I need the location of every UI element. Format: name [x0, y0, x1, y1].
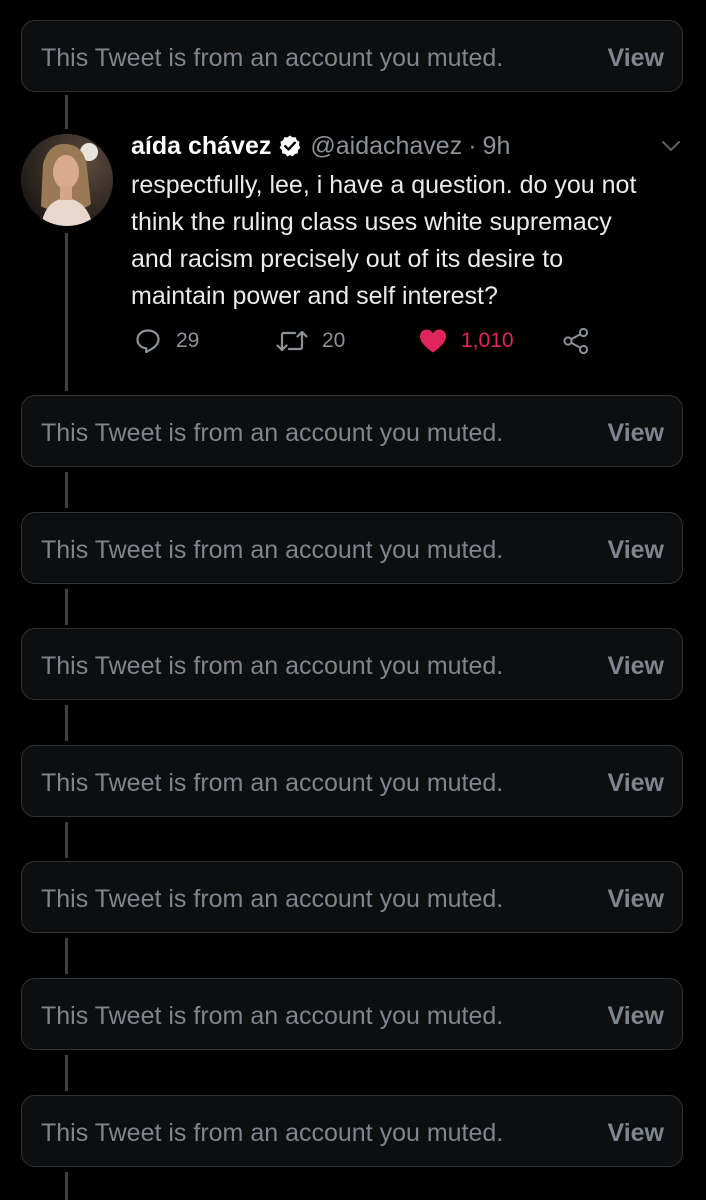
thread-line [65, 822, 68, 858]
retweet-button[interactable]: 20 [276, 326, 345, 356]
muted-tweet-card: This Tweet is from an account you muted.… [21, 1095, 683, 1167]
retweet-icon [276, 330, 308, 352]
muted-tweet-text: This Tweet is from an account you muted. [41, 885, 504, 913]
separator-dot: · [468, 132, 477, 160]
thread-line [65, 95, 68, 129]
tweet-text: respectfully, lee, i have a question. do… [131, 171, 637, 310]
avatar[interactable] [21, 134, 113, 226]
muted-tweet-card: This Tweet is from an account you muted.… [21, 861, 683, 933]
reply-button[interactable]: 29 [134, 326, 199, 356]
like-button[interactable]: 1,010 [419, 326, 514, 356]
muted-tweet-card: This Tweet is from an account you muted.… [21, 512, 683, 584]
view-muted-tweet-button[interactable]: View [607, 652, 664, 680]
muted-tweet-text: This Tweet is from an account you muted. [41, 536, 504, 564]
heart-icon [420, 329, 446, 353]
thread-line [65, 1172, 68, 1200]
muted-tweet-card: This Tweet is from an account you muted.… [21, 745, 683, 817]
chevron-down-icon[interactable] [660, 138, 682, 154]
like-count: 1,010 [461, 329, 514, 352]
view-muted-tweet-button[interactable]: View [607, 44, 664, 72]
display-name[interactable]: aída chávez [131, 131, 271, 161]
muted-tweet-card: This Tweet is from an account you muted.… [21, 20, 683, 92]
view-muted-tweet-button[interactable]: View [607, 536, 664, 564]
tweet-header: aída chávez @aidachavez · 9h [131, 131, 510, 161]
muted-tweet-card: This Tweet is from an account you muted.… [21, 978, 683, 1050]
share-button[interactable] [562, 326, 604, 356]
tweet-timestamp[interactable]: 9h [483, 131, 511, 161]
avatar-photo [21, 134, 113, 226]
muted-tweet-text: This Tweet is from an account you muted. [41, 1002, 504, 1030]
muted-tweet-text: This Tweet is from an account you muted. [41, 652, 504, 680]
verified-badge-icon [278, 134, 302, 158]
user-handle[interactable]: @aidachavez [310, 131, 462, 161]
muted-tweet-text: This Tweet is from an account you muted. [41, 44, 504, 72]
view-muted-tweet-button[interactable]: View [607, 1002, 664, 1030]
reply-count: 29 [176, 329, 200, 352]
thread-line [65, 938, 68, 974]
view-muted-tweet-button[interactable]: View [607, 419, 664, 447]
thread-line [65, 233, 68, 391]
thread-line [65, 1055, 68, 1091]
reply-icon [136, 329, 160, 354]
view-muted-tweet-button[interactable]: View [607, 1119, 664, 1147]
muted-tweet-text: This Tweet is from an account you muted. [41, 769, 504, 797]
thread-line [65, 705, 68, 741]
muted-tweet-card: This Tweet is from an account you muted.… [21, 395, 683, 467]
muted-tweet-text: This Tweet is from an account you muted. [41, 1119, 504, 1147]
share-icon [563, 327, 589, 355]
thread-line [65, 472, 68, 508]
muted-tweet-card: This Tweet is from an account you muted.… [21, 628, 683, 700]
view-muted-tweet-button[interactable]: View [607, 885, 664, 913]
thread-line [65, 589, 68, 625]
view-muted-tweet-button[interactable]: View [607, 769, 664, 797]
muted-tweet-text: This Tweet is from an account you muted. [41, 419, 504, 447]
retweet-count: 20 [322, 329, 346, 352]
